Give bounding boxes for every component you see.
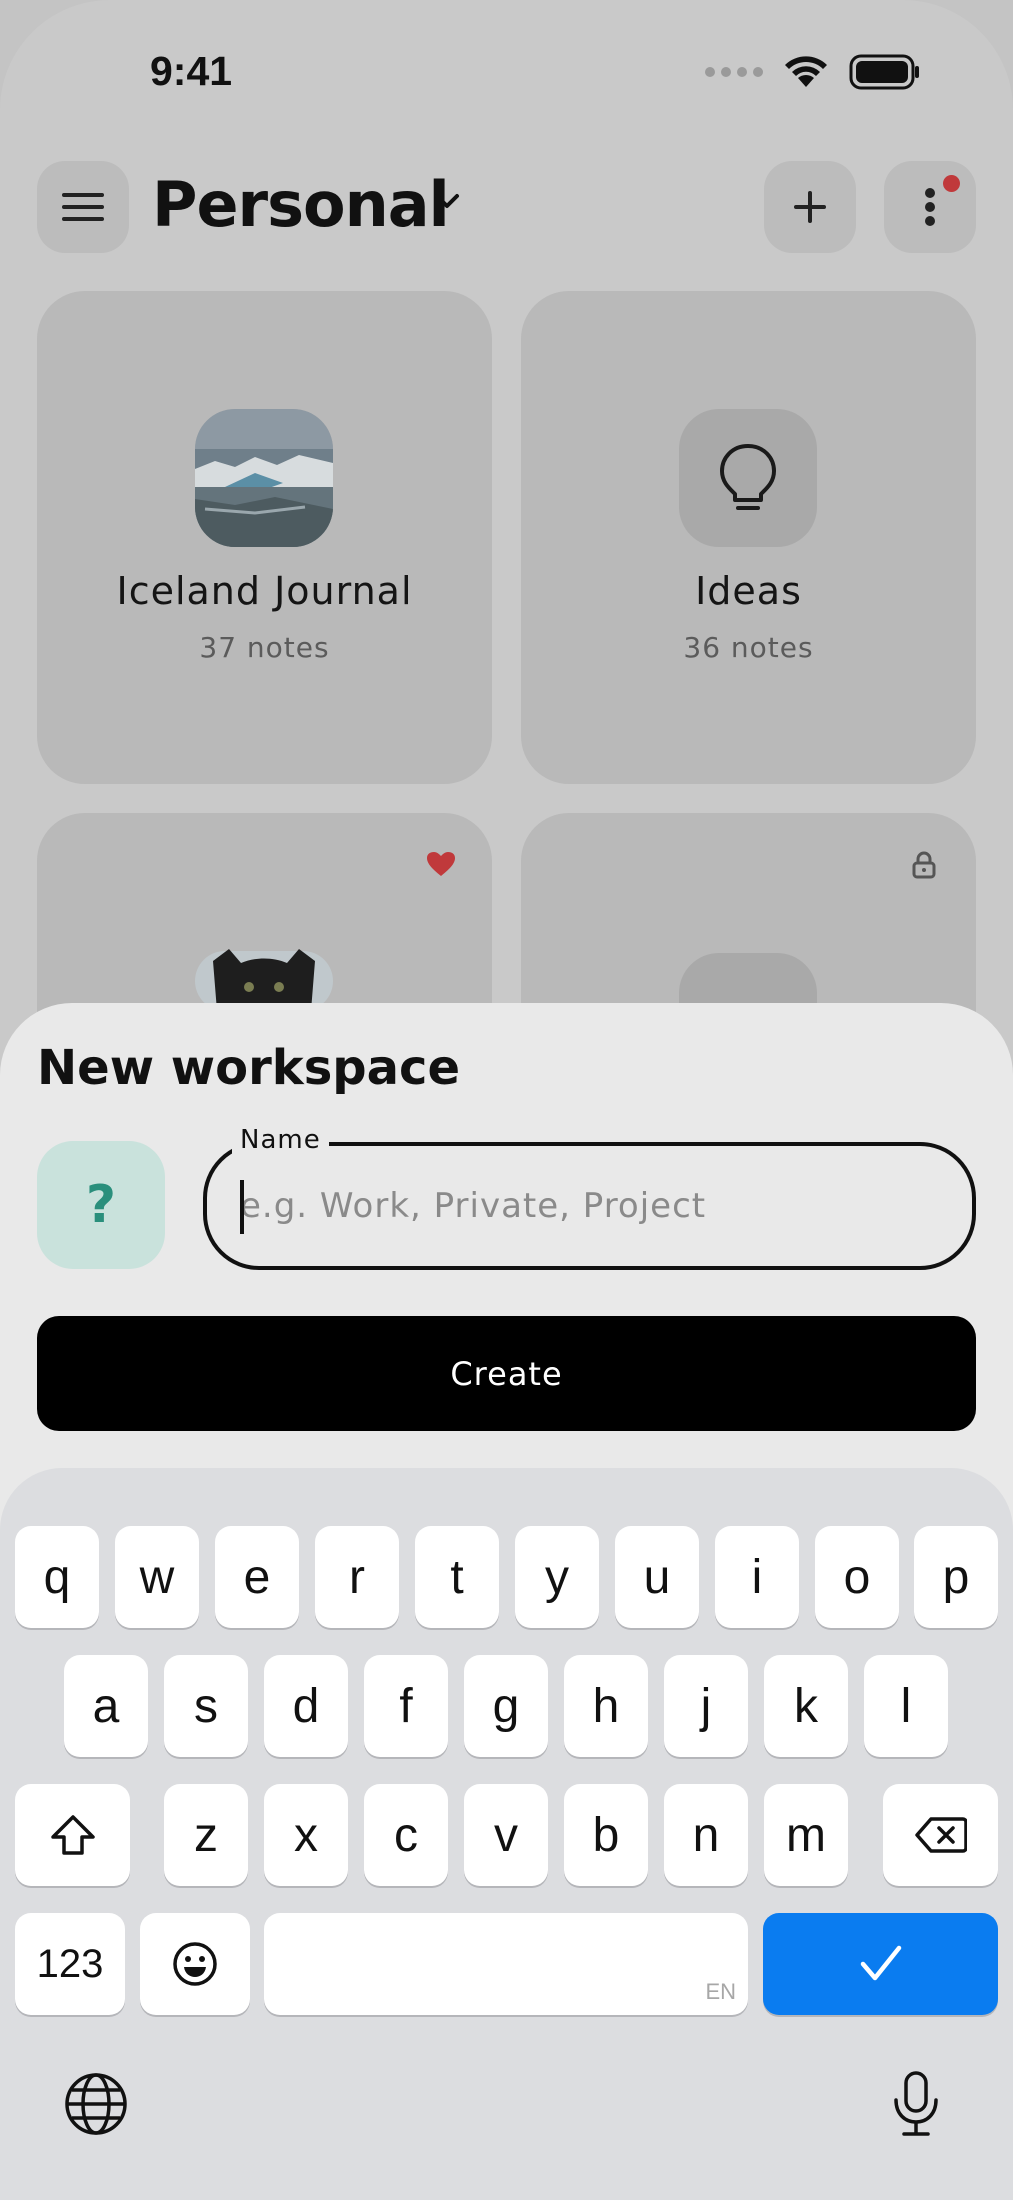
signal-icon xyxy=(705,67,763,77)
key-f[interactable]: f xyxy=(364,1655,448,1757)
key-u[interactable]: u xyxy=(615,1526,699,1628)
emoji-key[interactable] xyxy=(140,1913,250,2015)
card-title: Iceland Journal xyxy=(116,569,413,613)
workspace-title[interactable]: Personal xyxy=(152,168,450,241)
wifi-icon xyxy=(785,56,827,87)
notification-dot xyxy=(943,175,960,192)
emoji-icon xyxy=(173,1942,217,1986)
name-input[interactable] xyxy=(240,1180,940,1232)
key-j[interactable]: j xyxy=(664,1655,748,1757)
name-field-label: Name xyxy=(232,1125,329,1155)
key-l[interactable]: l xyxy=(864,1655,948,1757)
more-vertical-icon xyxy=(925,188,935,226)
key-h[interactable]: h xyxy=(564,1655,648,1757)
lightbulb-icon xyxy=(720,444,776,510)
microphone-icon xyxy=(894,2071,938,2136)
key-z[interactable]: z xyxy=(164,1784,248,1886)
backspace-key[interactable] xyxy=(883,1784,998,1886)
key-m[interactable]: m xyxy=(764,1784,848,1886)
key-s[interactable]: s xyxy=(164,1655,248,1757)
key-i[interactable]: i xyxy=(715,1526,799,1628)
hamburger-icon xyxy=(62,193,104,221)
shift-key[interactable] xyxy=(15,1784,130,1886)
keyboard: q w e r t y u i o p a s d f g h j k l z … xyxy=(0,1468,1013,2200)
notebook-card-iceland[interactable]: Iceland Journal 37 notes xyxy=(37,291,492,784)
text-caret xyxy=(240,1180,244,1234)
language-button[interactable] xyxy=(60,2068,132,2140)
battery-icon xyxy=(849,54,919,90)
key-t[interactable]: t xyxy=(415,1526,499,1628)
create-button[interactable]: Create xyxy=(37,1316,976,1431)
sheet-title: New workspace xyxy=(37,1040,461,1096)
cat-thumbnail xyxy=(195,949,333,1011)
iceland-thumbnail xyxy=(195,409,333,547)
key-n[interactable]: n xyxy=(664,1784,748,1886)
language-hint: EN xyxy=(705,1979,736,2004)
key-r[interactable]: r xyxy=(315,1526,399,1628)
done-key[interactable] xyxy=(763,1913,998,2015)
dictation-button[interactable] xyxy=(880,2068,952,2140)
globe-icon xyxy=(65,2073,127,2135)
key-q[interactable]: q xyxy=(15,1526,99,1628)
plus-icon xyxy=(794,191,826,223)
workspace-icon-picker[interactable]: ? xyxy=(37,1141,165,1269)
key-a[interactable]: a xyxy=(64,1655,148,1757)
space-key[interactable]: EN xyxy=(264,1913,748,2015)
card-title: Ideas xyxy=(695,569,802,613)
notebook-card-ideas[interactable]: Ideas 36 notes xyxy=(521,291,976,784)
app-screen: 9:41 Personal Iceland Journal 37 notes I… xyxy=(0,0,1013,2200)
menu-button[interactable] xyxy=(37,161,129,253)
checkmark-icon xyxy=(860,1945,901,1981)
key-b[interactable]: b xyxy=(564,1784,648,1886)
key-d[interactable]: d xyxy=(264,1655,348,1757)
shift-icon xyxy=(50,1815,95,1855)
key-o[interactable]: o xyxy=(815,1526,899,1628)
key-p[interactable]: p xyxy=(914,1526,998,1628)
key-c[interactable]: c xyxy=(364,1784,448,1886)
key-v[interactable]: v xyxy=(464,1784,548,1886)
key-e[interactable]: e xyxy=(215,1526,299,1628)
status-icons xyxy=(705,54,921,90)
backspace-icon xyxy=(914,1817,967,1853)
card-note-count: 37 notes xyxy=(199,631,330,664)
heart-icon xyxy=(427,852,455,876)
lock-icon xyxy=(912,851,936,879)
key-k[interactable]: k xyxy=(764,1655,848,1757)
key-g[interactable]: g xyxy=(464,1655,548,1757)
key-y[interactable]: y xyxy=(515,1526,599,1628)
key-x[interactable]: x xyxy=(264,1784,348,1886)
more-button[interactable] xyxy=(884,161,976,253)
key-w[interactable]: w xyxy=(115,1526,199,1628)
card-note-count: 36 notes xyxy=(683,631,814,664)
ideas-icon-tile xyxy=(679,409,817,547)
status-time: 9:41 xyxy=(150,48,233,94)
add-button[interactable] xyxy=(764,161,856,253)
chevron-down-icon[interactable] xyxy=(432,190,462,212)
numbers-key[interactable]: 123 xyxy=(15,1913,125,2015)
